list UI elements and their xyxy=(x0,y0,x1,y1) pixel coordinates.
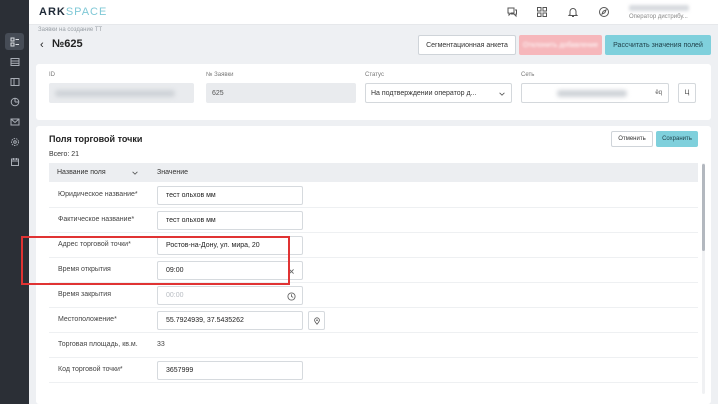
mail-icon xyxy=(10,118,19,125)
chart-icon xyxy=(10,97,19,106)
breadcrumb[interactable]: Заявки на создание ТТ xyxy=(38,27,102,33)
user-menu[interactable]: Оператор дистрибу... xyxy=(629,4,718,22)
gear-icon xyxy=(10,137,19,146)
field-label: Фактическое название* xyxy=(58,216,135,223)
logo-secondary: SPACE xyxy=(65,6,108,18)
table-row: Торговая площадь, кв.м. 33 xyxy=(49,333,698,358)
calculate-fields-button[interactable]: Рассчитать значения полей xyxy=(605,35,711,55)
bell-icon[interactable] xyxy=(566,5,580,19)
calendar-icon xyxy=(10,157,19,166)
status-select[interactable]: На подтверждении оператор д... xyxy=(365,83,512,103)
field-label: Торговая площадь, кв.м. xyxy=(58,341,138,348)
actual-name-input[interactable]: тест ольхов мм xyxy=(157,211,303,230)
field-label: Время закрытия xyxy=(58,291,111,298)
map-pin-button[interactable] xyxy=(308,311,325,330)
table-row: Фактическое название* тест ольхов мм xyxy=(49,208,698,233)
user-role: Оператор дистрибу... xyxy=(629,14,688,20)
logo-primary: ARK xyxy=(39,6,66,18)
page-title: №625 xyxy=(52,38,83,50)
column-header-value: Значение xyxy=(157,169,189,176)
field-label: Юридическое название* xyxy=(58,191,138,198)
id-field xyxy=(49,83,194,103)
logo: ARKSPACE xyxy=(39,6,107,18)
sidebar xyxy=(0,0,29,404)
section-title: Поля торговой точки xyxy=(49,134,143,144)
closing-time-input[interactable]: 00:00 xyxy=(157,286,303,305)
sidebar-item-list[interactable] xyxy=(5,53,24,70)
topbar: ARKSPACE Оператор дистрибу... xyxy=(29,0,718,25)
grid-list-icon xyxy=(10,37,19,46)
id-value-blurred xyxy=(55,89,175,97)
area-value: 33 xyxy=(157,341,165,348)
sidebar-item-panel[interactable] xyxy=(5,73,24,90)
status-value: На подтверждении оператор д... xyxy=(371,89,477,97)
column-header-name[interactable]: Название поля xyxy=(57,169,106,176)
table-header: Название поля Значение xyxy=(49,163,698,182)
network-suffix: ёq xyxy=(655,90,662,96)
cancel-button[interactable]: Отменить xyxy=(611,131,653,147)
request-number-label: № Заявки xyxy=(206,72,234,78)
closing-time-placeholder: 00:00 xyxy=(166,292,184,299)
list-icon xyxy=(10,57,19,66)
compass-icon[interactable] xyxy=(597,5,611,19)
network-extra-button[interactable]: Ц xyxy=(678,83,696,103)
map-pin-icon xyxy=(313,316,320,325)
field-label: Код торговой точки* xyxy=(58,366,123,373)
segment-survey-button[interactable]: Сегментационная анкета xyxy=(418,35,516,55)
point-code-input[interactable]: 3657999 xyxy=(157,361,303,380)
network-value-blurred xyxy=(557,89,627,97)
highlight-annotation xyxy=(21,236,290,285)
panel-icon xyxy=(10,77,19,86)
sidebar-item-chart[interactable] xyxy=(5,93,24,110)
status-label: Статус xyxy=(365,72,384,78)
field-label: Местоположение* xyxy=(58,316,117,323)
sidebar-item-settings[interactable] xyxy=(5,133,24,150)
request-number-field: 625 xyxy=(206,83,356,103)
chat-icon[interactable] xyxy=(505,5,519,19)
sidebar-item-calendar[interactable] xyxy=(5,153,24,170)
apps-icon[interactable] xyxy=(535,5,549,19)
table-row: Местоположение* 55.7924939, 37.5435262 xyxy=(49,308,698,333)
total-count: Всего: 21 xyxy=(49,151,80,158)
table-row: Юридическое название* тест ольхов мм xyxy=(49,183,698,208)
reject-button[interactable]: Отклонить добавление xyxy=(519,35,602,55)
sidebar-item-requests[interactable] xyxy=(5,33,24,50)
network-field[interactable]: ёq xyxy=(521,83,669,103)
location-input[interactable]: 55.7924939, 37.5435262 xyxy=(157,311,303,330)
chevron-down-icon xyxy=(499,92,505,96)
table-row: Время закрытия 00:00 xyxy=(49,283,698,308)
user-name-blurred xyxy=(629,5,689,11)
network-label: Сеть xyxy=(521,72,535,78)
back-arrow-icon[interactable]: ‹ xyxy=(40,39,44,51)
table-row: Код торговой точки* 3657999 xyxy=(49,358,698,383)
chevron-down-icon[interactable] xyxy=(131,169,139,177)
main-content: Заявки на создание ТТ ‹ №625 Сегментацио… xyxy=(29,25,718,404)
id-label: ID xyxy=(49,72,55,78)
clock-icon[interactable] xyxy=(286,291,296,301)
sidebar-item-mail[interactable] xyxy=(5,113,24,130)
save-button[interactable]: Сохранить xyxy=(656,131,698,147)
reject-button-label: Отклонить добавление xyxy=(522,41,599,49)
request-summary-card: ID № Заявки 625 Статус На подтверждении … xyxy=(36,64,711,120)
vertical-scrollbar-thumb[interactable] xyxy=(702,164,705,251)
legal-name-input[interactable]: тест ольхов мм xyxy=(157,186,303,205)
